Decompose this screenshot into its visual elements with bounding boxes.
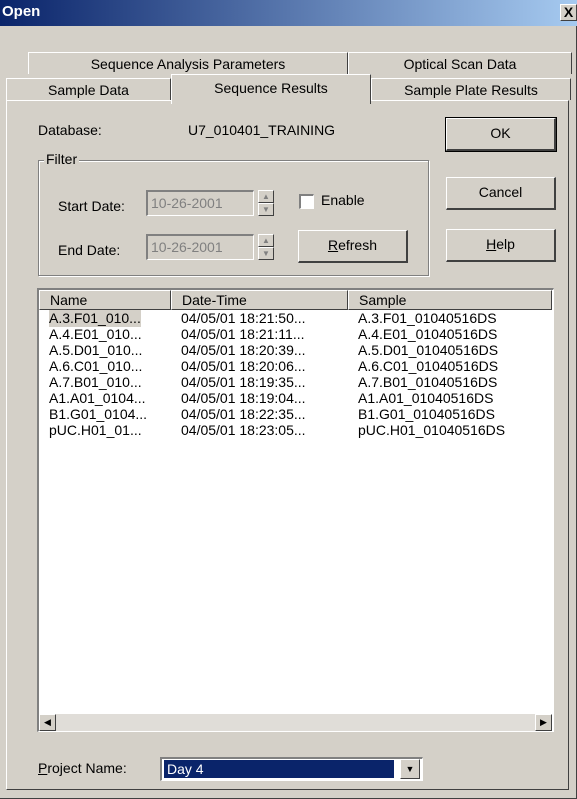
cell-name: B1.G01_0104...	[49, 406, 148, 422]
project-mnemonic: P	[38, 760, 48, 776]
chevron-down-icon[interactable]: ▼	[400, 759, 420, 779]
project-name-value: Day 4	[163, 759, 395, 779]
start-date-label: Start Date:	[58, 198, 125, 214]
enable-checkbox[interactable]	[299, 194, 314, 209]
open-dialog: Open X Sequence Analysis Parameters Opti…	[0, 0, 577, 799]
table-row[interactable]: A.5.D01_010... 04/05/01 18:20:39... A.5.D0…	[39, 342, 552, 358]
project-label-rest: roject Name:	[47, 760, 127, 776]
ok-button[interactable]: OK	[445, 117, 557, 152]
scroll-left-icon[interactable]: ◀	[39, 714, 56, 731]
table-row[interactable]: A.7.B01_010... 04/05/01 18:19:35... A.7.B0…	[39, 374, 552, 390]
cell-date-time: 04/05/01 18:21:11...	[181, 326, 305, 342]
cell-name: A.5.D01_010...	[49, 342, 143, 358]
cell-name: A.4.E01_010...	[49, 326, 142, 342]
cell-name: pUC.H01_01...	[49, 422, 142, 438]
cell-date-time: 04/05/01 18:23:05...	[181, 422, 306, 438]
help-mnemonic: H	[486, 236, 497, 252]
cell-date-time: 04/05/01 18:19:04...	[181, 390, 306, 406]
cell-sample: A.4.E01_01040516DS	[358, 326, 498, 342]
table-row[interactable]: A1.A01_0104... 04/05/01 18:19:04... A1.A01…	[39, 390, 552, 406]
table-row[interactable]: A.4.E01_010... 04/05/01 18:21:11... A.4.E0…	[39, 326, 552, 342]
table-row[interactable]: B1.G01_0104... 04/05/01 18:22:35... B1.G01…	[39, 406, 552, 422]
cell-sample: A.5.D01_01040516DS	[358, 342, 499, 358]
cell-date-time: 04/05/01 18:19:35...	[181, 374, 306, 390]
refresh-label: efresh	[338, 237, 378, 253]
cell-sample: A.3.F01_01040516DS	[358, 310, 497, 326]
results-listview[interactable]: Name Date-Time Sample A.3.F01_010... 04/0…	[37, 288, 554, 732]
cell-sample: A.7.B01_01040516DS	[358, 374, 498, 390]
end-date-field[interactable]: 10-26-2001	[146, 234, 254, 260]
spin-up-icon[interactable]: ▲	[258, 190, 274, 203]
project-name-combobox[interactable]: Day 4 ▼	[160, 757, 423, 781]
help-label: elp	[496, 236, 515, 252]
filter-caption: Filter	[44, 151, 80, 167]
spin-down-icon[interactable]: ▼	[258, 247, 274, 260]
cancel-button[interactable]: Cancel	[446, 177, 556, 210]
spin-up-icon[interactable]: ▲	[258, 234, 274, 247]
refresh-button[interactable]: Refresh	[298, 230, 408, 263]
start-date-field[interactable]: 10-26-2001	[146, 190, 254, 216]
scroll-right-icon[interactable]: ▶	[535, 714, 552, 731]
project-name-label: Project Name:	[38, 760, 127, 776]
database-value: U7_010401_TRAINING	[188, 122, 336, 138]
enable-label: Enable	[321, 192, 365, 208]
cell-date-time: 04/05/01 18:22:35...	[181, 406, 306, 422]
table-row[interactable]: pUC.H01_01... 04/05/01 18:23:05... pUC.H01…	[39, 422, 552, 438]
column-header-date-time[interactable]: Date-Time	[171, 290, 348, 310]
cell-sample: A.6.C01_01040516DS	[358, 358, 499, 374]
horizontal-scrollbar[interactable]: ◀ ▶	[39, 714, 552, 731]
spin-down-icon[interactable]: ▼	[258, 203, 274, 216]
start-date-spinner[interactable]: ▲ ▼	[258, 190, 274, 216]
column-header-sample[interactable]: Sample	[348, 290, 552, 310]
cell-date-time: 04/05/01 18:20:06...	[181, 358, 306, 374]
cell-sample: pUC.H01_01040516DS	[358, 422, 506, 438]
end-date-label: End Date:	[58, 242, 121, 258]
help-button[interactable]: Help	[446, 229, 556, 262]
cell-sample: B1.G01_01040516DS	[358, 406, 495, 422]
cell-name: A.3.F01_010...	[49, 310, 141, 327]
cell-name: A.7.B01_010...	[49, 374, 142, 390]
cell-name: A.6.C01_010...	[49, 358, 143, 374]
cell-name: A1.A01_0104...	[49, 390, 146, 406]
cell-date-time: 04/05/01 18:21:50...	[181, 310, 306, 326]
table-row[interactable]: A.3.F01_010... 04/05/01 18:21:50... A.3.F0…	[39, 310, 552, 327]
database-label: Database:	[38, 122, 102, 138]
cell-date-time: 04/05/01 18:20:39...	[181, 342, 306, 358]
end-date-spinner[interactable]: ▲ ▼	[258, 234, 274, 260]
refresh-mnemonic: R	[327, 237, 339, 253]
column-header-name[interactable]: Name	[39, 290, 171, 310]
cell-sample: A1.A01_01040516DS	[358, 390, 494, 406]
table-row[interactable]: A.6.C01_010... 04/05/01 18:20:06... A.6.C0…	[39, 358, 552, 374]
